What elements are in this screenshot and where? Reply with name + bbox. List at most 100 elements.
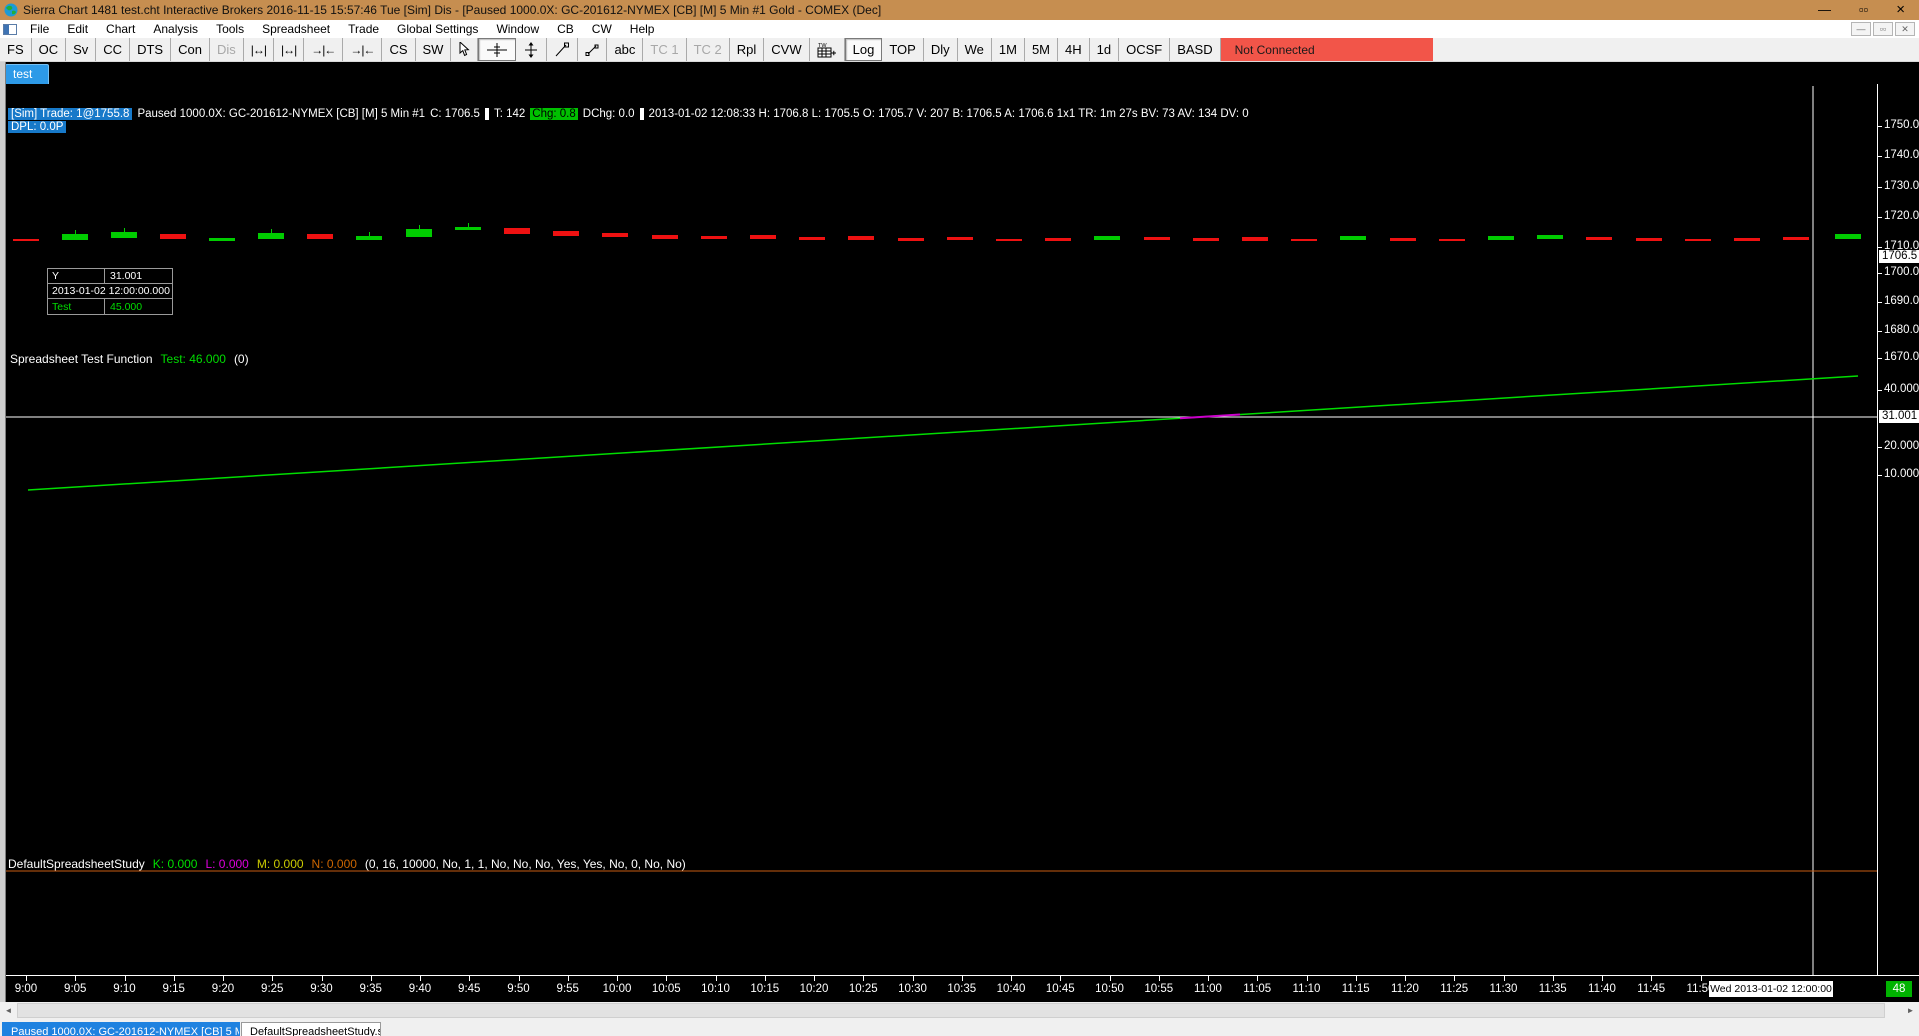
price-scale-label: 40.000 [1884,383,1919,395]
price-tick [1877,156,1882,157]
sv-button[interactable]: Sv [66,38,97,61]
time-tick [666,976,668,981]
study-params: (0, 16, 10000, No, 1, 1, No, No, No, Yes… [364,857,686,871]
mdi-minimize-button[interactable]: — [1851,22,1871,36]
dly-button[interactable]: Dly [924,38,958,61]
menu-cb[interactable]: CB [548,20,583,38]
1m-button[interactable]: 1M [992,38,1025,61]
time-scale-label: 9:45 [458,983,481,995]
cvw-button[interactable]: CVW [764,38,810,61]
mdi-restore-button[interactable]: ▫▫ [1873,22,1893,36]
menu-edit[interactable]: Edit [58,20,97,38]
bar-spacing-increase-icon[interactable]: →|← [343,38,383,61]
menu-file[interactable]: File [21,20,58,38]
candle [1094,236,1120,240]
crosshair-tool-icon[interactable] [478,38,517,61]
scroll-left-button[interactable]: ◄ [0,1002,17,1019]
candle [652,235,678,239]
bar-spacing-decrease-icon[interactable]: →|← [304,38,344,61]
time-scale-label: 11:40 [1588,983,1616,995]
1d-button[interactable]: 1d [1090,38,1120,61]
dts-button[interactable]: DTS [130,38,172,61]
close-button[interactable]: × [1896,0,1905,20]
time-tick [223,976,224,981]
tooltip-test-value: 45.000 [110,300,143,313]
menu-cw[interactable]: CW [583,20,621,38]
price-scale-label: 20.000 [1884,440,1919,452]
mdi-close-button[interactable]: ✕ [1895,22,1915,36]
price-scale-label: 1690.0 [1884,295,1919,307]
candle [1242,237,1268,241]
time-scale-label: 10:05 [651,983,681,995]
candle [356,232,382,240]
toolbar: FS OC Sv CC DTS Con Dis |↔| |↔| →|← →|← CS SW abc TC 1… [0,38,1919,62]
cc-button[interactable]: CC [96,38,131,61]
candle [1390,238,1416,241]
time-scale-label: 10:45 [1045,983,1075,995]
price-value-box: 1706.5 [1879,250,1919,263]
fs-button[interactable]: FS [0,38,32,61]
dis-button: Dis [210,38,244,61]
spreadsheet-grid-icon[interactable]: TW [810,38,845,61]
study-default-spreadsheet-label: DefaultSpreadsheetStudy K: 0.000 L: 0.00… [8,857,686,871]
menu-analysis[interactable]: Analysis [144,20,207,38]
bottom-tab-spreadsheet[interactable]: DefaultSpreadsheetStudy.scss [241,1022,381,1036]
menu-window[interactable]: Window [487,20,548,38]
time-scale-label: 9:15 [162,983,185,995]
scale-width-shrink-icon[interactable]: |↔| [274,38,305,61]
menu-global-settings[interactable]: Global Settings [388,20,487,38]
candle-wick [271,229,272,233]
oc-button[interactable]: OC [32,38,67,61]
chart-window-icon[interactable] [3,23,17,35]
minimize-button[interactable]: — [1818,0,1831,20]
chart-values-tooltip: Y 31.001 2013-01-02 12:00:00.000 Test 45… [47,268,173,315]
ray-tool-icon[interactable] [578,38,608,61]
4h-button[interactable]: 4H [1058,38,1090,61]
tab-test[interactable]: test [5,64,49,84]
candle [1636,238,1662,241]
time-tick [26,976,27,981]
we-button[interactable]: We [958,38,992,61]
price-tick [1877,273,1882,274]
candle [1783,237,1809,240]
trendline-tool-icon[interactable] [547,38,579,61]
bottom-tab-chart[interactable]: Paused 1000.0X: GC-201612-NYMEX [CB] 5 M… [2,1022,240,1036]
rpl-button[interactable]: Rpl [730,38,765,61]
menu-tools[interactable]: Tools [207,20,253,38]
scroll-right-button[interactable]: ► [1902,1002,1919,1019]
time-scale-label: 10:40 [996,983,1026,995]
sw-button[interactable]: SW [416,38,452,61]
log-button[interactable]: Log [844,38,883,61]
ocsf-button[interactable]: OCSF [1119,38,1171,61]
scrollbar-thumb[interactable] [17,1003,1885,1018]
restore-button[interactable]: ▫▫ [1859,0,1868,20]
scale-width-expand-icon[interactable]: |↔| [244,38,274,61]
price-tick [1877,302,1882,303]
menu-spreadsheet[interactable]: Spreadsheet [253,20,339,38]
price-scale-label: 1750.0 [1884,119,1919,131]
pointer-tool-icon[interactable] [451,38,479,61]
menu-trade[interactable]: Trade [339,20,388,38]
menu-chart[interactable]: Chart [97,20,144,38]
con-button[interactable]: Con [171,38,210,61]
change-chip: Chg: 0.8 [530,107,578,120]
time-scale-label: 10:30 [898,983,927,995]
time-tick [1257,976,1259,981]
horizontal-scrollbar[interactable]: ◄ ► [0,1002,1919,1019]
time-scale-label: 9:50 [507,983,530,995]
vertical-adjust-tool-icon[interactable] [516,38,548,61]
candle [848,236,874,240]
menu-help[interactable]: Help [621,20,664,38]
menu-bar: File Edit Chart Analysis Tools Spreadsheet Tra… [0,20,1919,38]
dpl-chip: DPL: 0.0P [8,120,67,133]
basd-button[interactable]: BASD [1170,38,1221,61]
time-scale-label: 11:20 [1391,983,1419,995]
time-scale-label: 10:00 [602,983,632,995]
cs-button[interactable]: CS [382,38,416,61]
5m-button[interactable]: 5M [1025,38,1058,61]
time-scale-label: 10:35 [947,983,977,995]
separator [639,107,644,120]
candle [1045,238,1071,241]
top-button[interactable]: TOP [882,38,924,61]
text-tool-button[interactable]: abc [607,38,644,61]
